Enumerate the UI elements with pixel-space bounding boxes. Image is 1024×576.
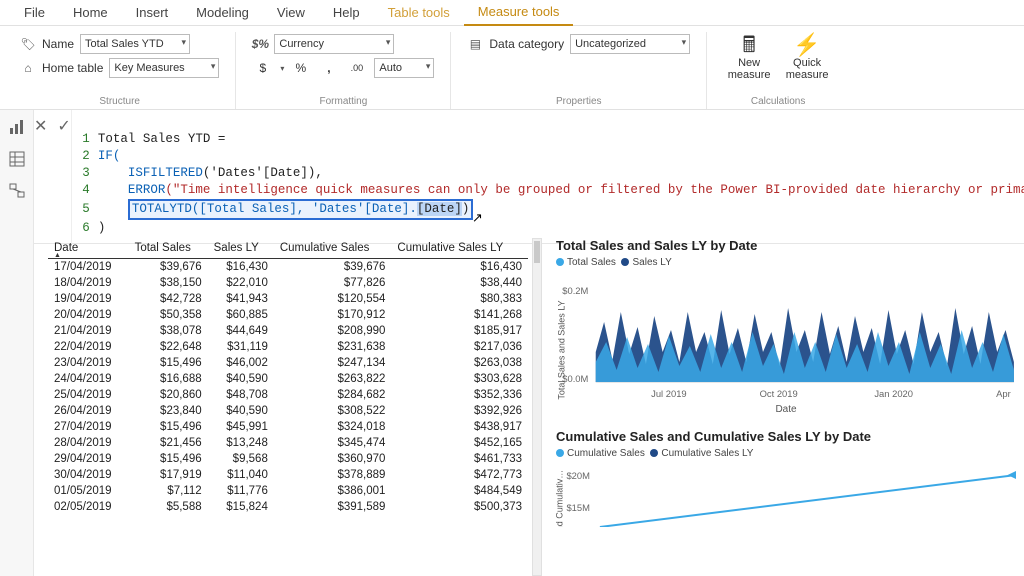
chart-total-sales[interactable]: Total Sales and Sales LY by Date Total S… xyxy=(556,238,1016,415)
group-caption-formatting: Formatting xyxy=(252,92,434,109)
report-view-icon[interactable] xyxy=(8,118,26,136)
thousands-button[interactable]: , xyxy=(318,58,340,78)
table-row: 20/04/2019$50,358$60,885$170,912$141,268 xyxy=(48,307,528,323)
svg-text:$15M: $15M xyxy=(566,503,589,513)
home-table-label: Home table xyxy=(42,61,103,75)
table-row: 30/04/2019$17,919$11,040$378,889$472,773 xyxy=(48,467,528,483)
svg-text:Oct 2019: Oct 2019 xyxy=(760,389,798,399)
tab-modeling[interactable]: Modeling xyxy=(182,0,263,25)
group-structure: 🏷 Name Total Sales YTD ⌂ Home table Key … xyxy=(4,32,236,109)
tab-file[interactable]: File xyxy=(10,0,59,25)
group-caption-calculations: Calculations xyxy=(723,92,833,109)
ribbon-body: 🏷 Name Total Sales YTD ⌂ Home table Key … xyxy=(0,26,1024,110)
tag-icon: 🏷 xyxy=(20,36,36,52)
home-table-select[interactable]: Key Measures xyxy=(109,58,219,78)
table-row: 18/04/2019$38,150$22,010$77,826$38,440 xyxy=(48,275,528,291)
table-row: 26/04/2019$23,840$40,590$308,522$392,926 xyxy=(48,403,528,419)
table-row: 22/04/2019$22,648$31,119$231,638$217,036 xyxy=(48,339,528,355)
calculator-icon: 🖩 xyxy=(743,34,756,56)
chart2-title: Cumulative Sales and Cumulative Sales LY… xyxy=(556,429,1016,444)
table-row: 27/04/2019$15,496$45,991$324,018$438,917 xyxy=(48,419,528,435)
chart2-svg: $20M $15M and Cumulativ… xyxy=(556,463,1016,527)
decimals-icon: .00 xyxy=(346,58,368,78)
data-category-label: Data category xyxy=(489,37,564,51)
cancel-formula-button[interactable]: ✕ xyxy=(34,116,47,136)
commit-formula-button[interactable]: ✓ xyxy=(57,116,70,136)
table-row: 29/04/2019$15,496$9,568$360,970$461,733 xyxy=(48,451,528,467)
chart1-svg: $0.2M $0.0M Total Sales and Sales LY Jul… xyxy=(556,272,1016,402)
model-view-icon[interactable] xyxy=(8,182,26,200)
col-sales-ly[interactable]: Sales LY xyxy=(208,238,274,259)
table-row: 19/04/2019$42,728$41,943$120,554$80,383 xyxy=(48,291,528,307)
tab-home[interactable]: Home xyxy=(59,0,122,25)
table-visual[interactable]: Date Total Sales Sales LY Cumulative Sal… xyxy=(48,238,528,576)
group-calculations: 🖩 New measure ⚡ Quick measure Calculatio… xyxy=(707,32,849,109)
col-cum-sales[interactable]: Cumulative Sales xyxy=(274,238,392,259)
formula-controls: ✕ ✓ xyxy=(34,110,72,243)
svg-text:$0.2M: $0.2M xyxy=(562,286,588,296)
svg-text:$20M: $20M xyxy=(566,471,589,481)
table-row: 24/04/2019$16,688$40,590$263,822$303,628 xyxy=(48,371,528,387)
data-view-icon[interactable] xyxy=(8,150,26,168)
tab-view[interactable]: View xyxy=(263,0,319,25)
table-scrollbar[interactable] xyxy=(532,238,542,576)
format-icon: $% xyxy=(252,36,268,52)
svg-text:and Cumulativ…: and Cumulativ… xyxy=(556,470,564,527)
tab-insert[interactable]: Insert xyxy=(122,0,183,25)
quick-measure-button[interactable]: ⚡ Quick measure xyxy=(781,32,833,81)
table-row: 02/05/2019$5,588$15,824$391,589$500,373 xyxy=(48,499,528,515)
table-row: 17/04/2019$39,676$16,430$39,676$16,430 xyxy=(48,259,528,276)
svg-text:Total Sales and Sales LY: Total Sales and Sales LY xyxy=(556,300,566,399)
measure-name-input[interactable]: Total Sales YTD xyxy=(80,34,190,54)
name-label: Name xyxy=(42,37,74,51)
tab-measure-tools[interactable]: Measure tools xyxy=(464,0,574,26)
chart1-legend: Total Sales Sales LY xyxy=(556,257,1016,268)
formula-bar: ✕ ✓ 1Total Sales YTD = 2IF( 3 ISFILTERED… xyxy=(34,110,1024,244)
report-canvas: Date Total Sales Sales LY Cumulative Sal… xyxy=(34,230,1024,576)
decimal-places-select[interactable]: Auto xyxy=(374,58,434,78)
group-caption-properties: Properties xyxy=(467,92,690,109)
data-category-icon: ▤ xyxy=(467,36,483,52)
ribbon-tabs: File Home Insert Modeling View Help Tabl… xyxy=(0,0,1024,26)
chart1-title: Total Sales and Sales LY by Date xyxy=(556,238,1016,253)
table-row: 21/04/2019$38,078$44,649$208,990$185,917 xyxy=(48,323,528,339)
data-category-select[interactable]: Uncategorized xyxy=(570,34,690,54)
svg-text:Apr: Apr xyxy=(996,389,1011,399)
dax-editor[interactable]: 1Total Sales YTD = 2IF( 3 ISFILTERED('Da… xyxy=(72,110,1024,243)
new-measure-button[interactable]: 🖩 New measure xyxy=(723,32,775,81)
quick-measure-icon: ⚡ xyxy=(793,34,820,56)
table-row: 23/04/2019$15,496$46,002$247,134$263,038 xyxy=(48,355,528,371)
table-header-row: Date Total Sales Sales LY Cumulative Sal… xyxy=(48,238,528,259)
table-row: 28/04/2019$21,456$13,248$345,474$452,165 xyxy=(48,435,528,451)
group-properties: ▤ Data category Uncategorized Properties xyxy=(451,32,707,109)
group-formatting: $% Currency $▾ % , .00 Auto Formatting xyxy=(236,32,451,109)
table-row: 01/05/2019$7,112$11,776$386,001$484,549 xyxy=(48,483,528,499)
chart2-legend: Cumulative Sales Cumulative Sales LY xyxy=(556,448,1016,459)
col-total-sales[interactable]: Total Sales xyxy=(129,238,208,259)
tab-table-tools[interactable]: Table tools xyxy=(374,0,464,25)
left-view-rail xyxy=(0,110,34,576)
tab-help[interactable]: Help xyxy=(319,0,374,25)
format-select[interactable]: Currency xyxy=(274,34,394,54)
home-icon: ⌂ xyxy=(20,60,36,76)
svg-text:Jan 2020: Jan 2020 xyxy=(874,389,913,399)
chart-cumulative[interactable]: Cumulative Sales and Cumulative Sales LY… xyxy=(556,429,1016,527)
data-table: Date Total Sales Sales LY Cumulative Sal… xyxy=(48,238,528,515)
currency-button[interactable]: $ xyxy=(252,58,274,78)
chart1-xlabel: Date xyxy=(556,404,1016,415)
table-row: 25/04/2019$20,860$48,708$284,682$352,336 xyxy=(48,387,528,403)
col-cum-sales-ly[interactable]: Cumulative Sales LY xyxy=(391,238,528,259)
group-caption-structure: Structure xyxy=(20,92,219,109)
percent-button[interactable]: % xyxy=(290,58,312,78)
svg-text:Jul 2019: Jul 2019 xyxy=(651,389,687,399)
col-date[interactable]: Date xyxy=(48,238,129,259)
